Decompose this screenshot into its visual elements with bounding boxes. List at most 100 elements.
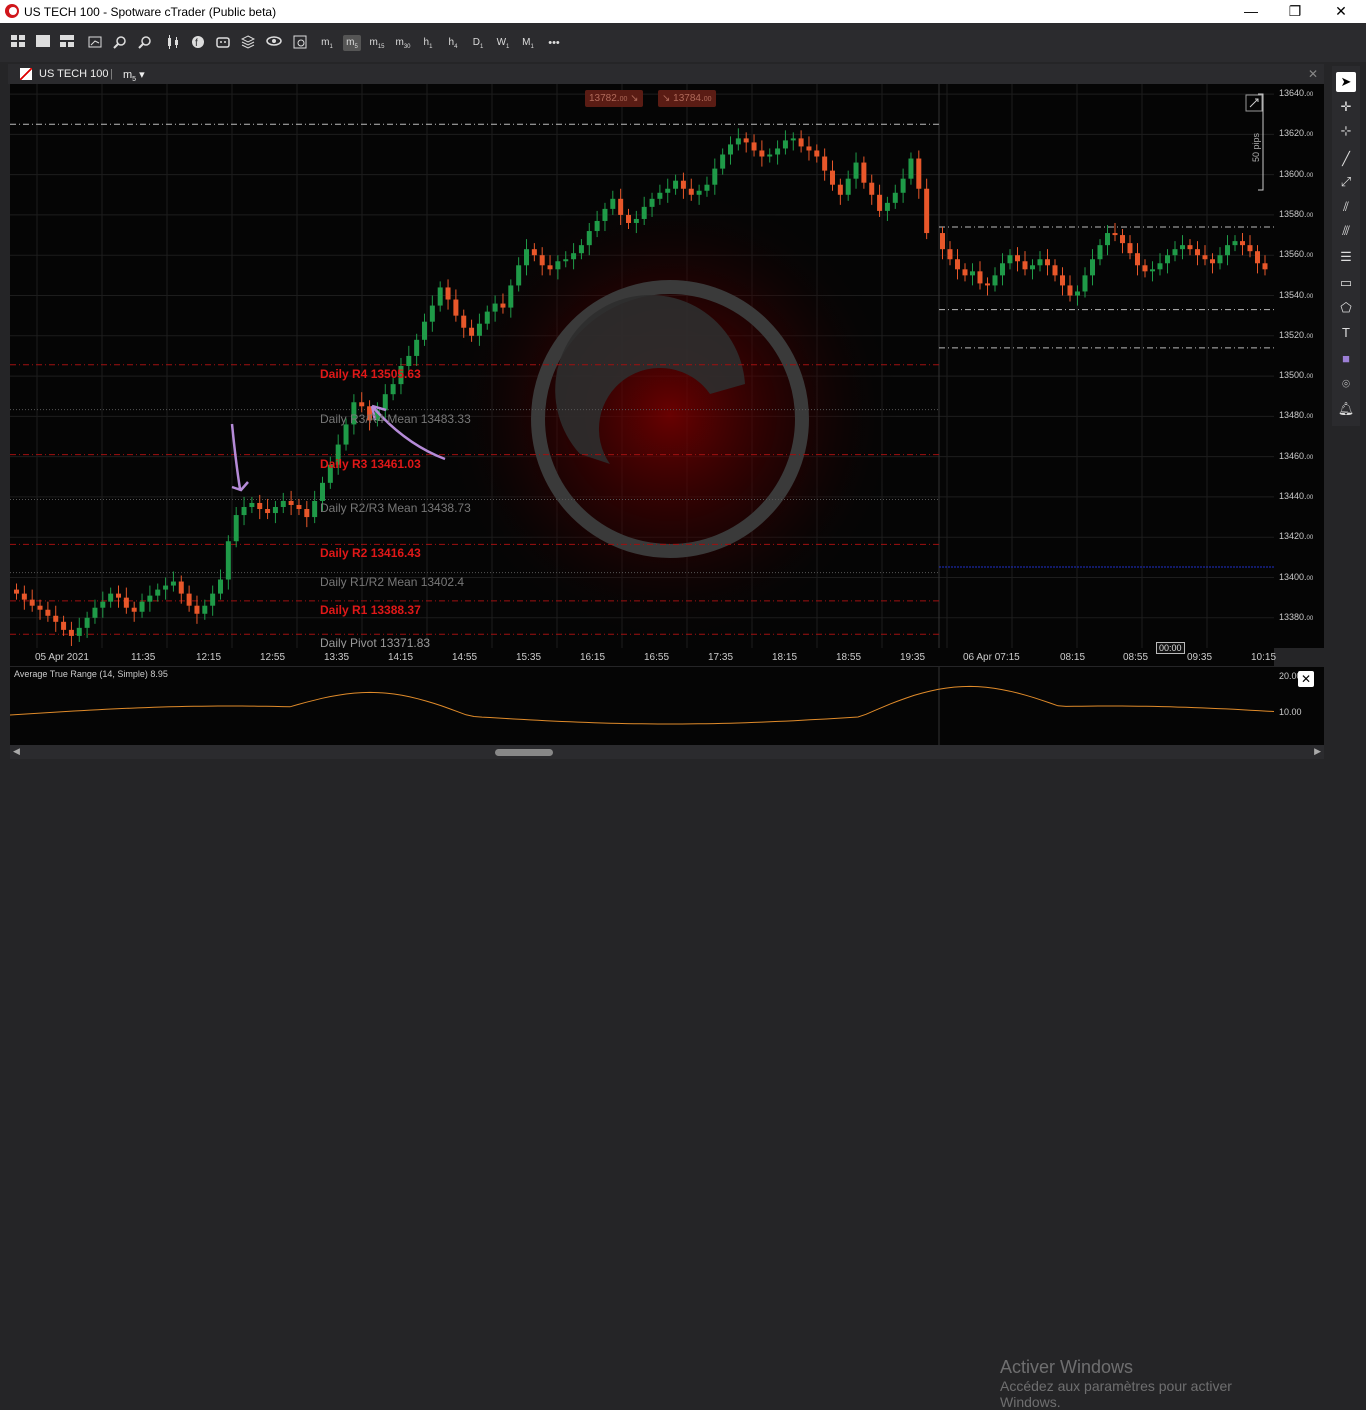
cursor-icon[interactable]: ➤ <box>1336 72 1356 92</box>
candle-body <box>877 194 883 211</box>
candle-body <box>288 500 294 505</box>
scroll-thumb[interactable] <box>495 749 553 756</box>
channel-icon[interactable]: ⫽ <box>1336 197 1356 217</box>
time-axis[interactable]: 00:00 05 Apr 2021 11:35 12:15 12:55 13:35 14:… <box>10 642 1276 666</box>
candle-body <box>1120 235 1125 244</box>
shape-icon[interactable]: ⬠ <box>1336 298 1356 318</box>
chart-scrollbar[interactable]: ◀ ▶ <box>10 745 1324 759</box>
candlestick-chart[interactable]: 50 pips <box>10 84 1274 648</box>
scroll-right-icon[interactable]: ▶ <box>1314 746 1321 757</box>
timeframe-w1[interactable]: W1 <box>494 35 512 51</box>
candle-body <box>767 154 773 157</box>
pivot-label: Daily R3 13461.03 <box>320 456 421 471</box>
timeframe-h1[interactable]: h1 <box>419 35 437 51</box>
time-tick-label: 08:15 <box>1060 652 1086 663</box>
buy-price-box[interactable]: ↘ 13784.00 <box>658 90 716 107</box>
candle-body <box>1045 259 1050 266</box>
candle-body <box>53 615 59 622</box>
candle-body <box>1022 261 1028 270</box>
candle-body <box>123 597 129 608</box>
maximize-button[interactable]: ❐ <box>1280 2 1310 20</box>
zoom-out-icon[interactable] <box>136 35 154 51</box>
candle-body <box>977 271 983 284</box>
tab-close-button[interactable]: ✕ <box>1308 67 1318 81</box>
more-options-button[interactable]: ••• <box>543 35 565 51</box>
ray-icon[interactable]: ⤢ <box>1336 172 1356 192</box>
candle-body <box>1217 255 1223 264</box>
time-tick-label: 12:15 <box>196 652 222 663</box>
timeframe-m30[interactable]: m30 <box>394 35 412 51</box>
window-title: US TECH 100 - Spotware cTrader (Public b… <box>24 5 277 19</box>
candle-body <box>578 245 584 254</box>
chart-mode-icon[interactable] <box>86 35 104 51</box>
candle-body <box>312 500 318 518</box>
pivot-label: Daily R2 13416.43 <box>320 546 421 561</box>
candle-body <box>539 255 545 266</box>
settings-icon[interactable] <box>291 35 309 51</box>
fibonacci-icon[interactable]: ☰ <box>1336 247 1356 267</box>
atr-close-button[interactable]: ✕ <box>1298 671 1314 687</box>
tab-symbol: US TECH 100 <box>39 68 109 80</box>
candle-body <box>1060 275 1065 286</box>
candle-body <box>618 198 624 215</box>
trendline-icon[interactable]: ╱ <box>1336 149 1356 169</box>
candle-body <box>1037 259 1043 266</box>
crosshair-icon[interactable]: ✛ <box>1336 97 1356 117</box>
timeframe-m15[interactable]: m15 <box>368 35 386 51</box>
price-tick-label: 13480.00 <box>1279 410 1314 421</box>
measure-icon[interactable]: ⊹ <box>1336 121 1356 141</box>
candle-body <box>280 500 286 507</box>
atr-indicator-pane[interactable]: Average True Range (14, Simple) 8.95 Act… <box>9 667 1275 1410</box>
timeframe-h4[interactable]: h4 <box>444 35 462 51</box>
candle-body <box>610 198 616 209</box>
candle-body <box>469 327 475 336</box>
split-chart-icon[interactable] <box>58 35 76 51</box>
single-chart-icon[interactable] <box>34 35 52 51</box>
tab-timeframe-selector[interactable]: m5 ▾ <box>123 68 145 83</box>
timeframe-mn1[interactable]: M1 <box>519 35 537 51</box>
candle-body <box>790 138 796 141</box>
candle-body <box>45 609 51 616</box>
indicators-icon[interactable]: f <box>189 35 207 51</box>
candle-body <box>343 424 349 445</box>
candle-body <box>1007 255 1013 264</box>
candle-body <box>955 259 960 270</box>
scroll-left-icon[interactable]: ◀ <box>13 746 20 757</box>
chart-tab[interactable]: US TECH 100 | m5 ▾ ✕ <box>8 64 1324 84</box>
candle-body <box>837 184 843 195</box>
candlestick-type-icon[interactable] <box>164 35 182 51</box>
ctrader-logo-icon <box>5 4 19 18</box>
layers-icon[interactable] <box>239 35 257 51</box>
candle-body <box>806 146 812 151</box>
sell-price-box[interactable]: 13782.00 ↘ <box>585 90 643 107</box>
candle-body <box>602 208 608 221</box>
time-tick-label: 18:55 <box>836 652 862 663</box>
rectangle-icon[interactable]: ▭ <box>1336 273 1356 293</box>
timeframe-d1[interactable]: D1 <box>469 35 487 51</box>
price-axis[interactable]: 13640.00 13620.00 13600.00 13580.00 13560.00… <box>1274 84 1324 648</box>
zoom-in-icon[interactable] <box>111 35 129 51</box>
title-bar: US TECH 100 - Spotware cTrader (Public b… <box>0 0 1366 23</box>
minimize-button[interactable]: — <box>1236 2 1266 20</box>
alert-bell-icon[interactable]: 🔔︎ <box>1336 399 1356 419</box>
pitchfork-icon[interactable]: ⫻ <box>1336 221 1356 241</box>
camera-icon[interactable]: ⌾ <box>1336 374 1356 394</box>
candle-body <box>272 507 278 514</box>
candle-body <box>445 287 451 300</box>
layout-grid-icon[interactable] <box>9 35 27 51</box>
eye-icon[interactable] <box>265 35 283 51</box>
candle-body <box>992 275 998 286</box>
robots-icon[interactable] <box>214 35 232 51</box>
timeframe-m5[interactable]: m5 <box>343 35 361 51</box>
candle-body <box>437 287 443 306</box>
color-icon[interactable]: ■ <box>1336 349 1356 369</box>
timeframe-m1[interactable]: m1 <box>318 35 336 51</box>
candle-body <box>163 585 169 590</box>
candle-body <box>202 605 208 614</box>
pivot-label: Daily Pivot 13371.83 <box>320 636 431 648</box>
candle-body <box>390 384 396 395</box>
close-window-button[interactable]: ✕ <box>1326 2 1356 20</box>
text-icon[interactable]: T <box>1336 323 1356 343</box>
candle-body <box>422 321 427 340</box>
price-chart[interactable]: 50 pips 13782.00 ↘ ↘ 13784.00 Daily R4 1… <box>10 84 1274 648</box>
